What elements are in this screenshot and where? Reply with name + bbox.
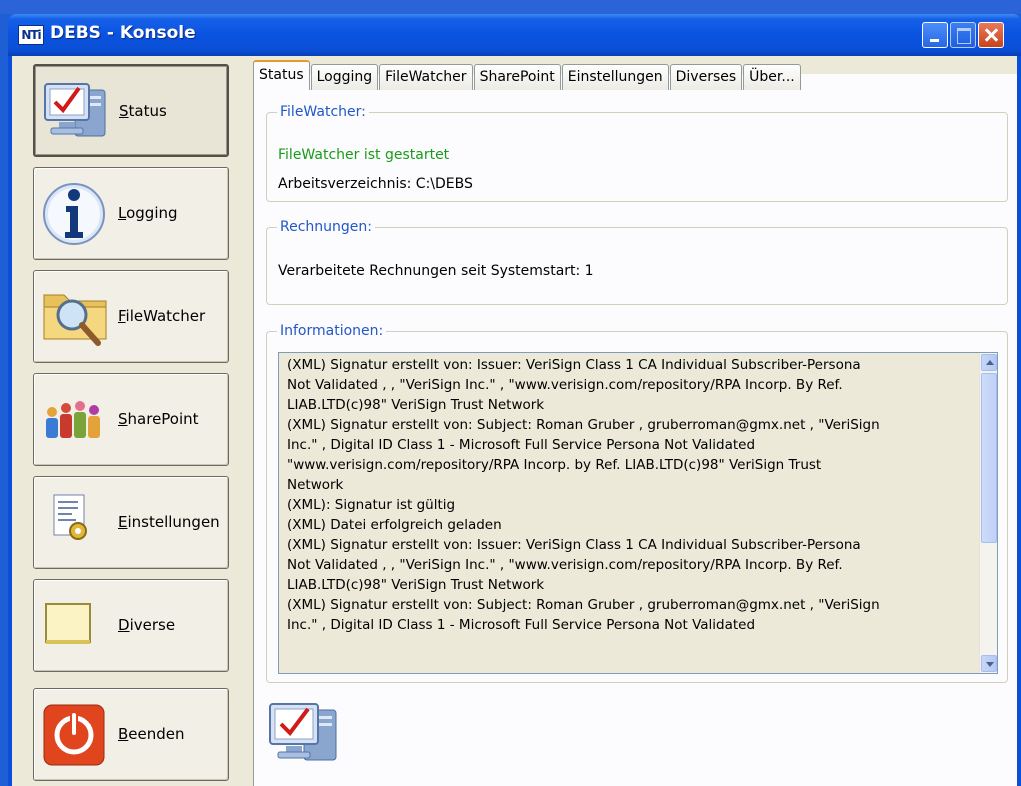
nav-label-einstellungen: Einstellungen bbox=[118, 513, 220, 531]
tab-diverses[interactable]: Diverses bbox=[669, 64, 743, 90]
log-line: (XML) Signatur erstellt von: Issuer: Ver… bbox=[287, 357, 861, 373]
nav-label-sharepoint: SharePoint bbox=[118, 410, 199, 428]
log-line: Not Validated , , "VeriSign Inc." , "www… bbox=[287, 557, 843, 573]
monitor-check-icon bbox=[44, 83, 106, 137]
log-line: Not Validated , , "VeriSign Inc." , "www… bbox=[287, 377, 843, 393]
window-title: DEBS - Konsole bbox=[50, 23, 196, 43]
tab-sharepoint[interactable]: SharePoint bbox=[473, 64, 561, 90]
nav-button-logging[interactable]: Logging bbox=[33, 167, 229, 260]
log-line: (XML) Signatur erstellt von: Subject: Ro… bbox=[287, 597, 880, 613]
rechnungen-group-title: Rechnungen: bbox=[277, 219, 375, 235]
settings-document-icon bbox=[53, 494, 87, 540]
scroll-thumb[interactable] bbox=[981, 373, 997, 543]
nav-button-filewatcher[interactable]: FileWatcher bbox=[33, 270, 229, 363]
chevron-up-icon bbox=[986, 360, 994, 365]
log-line: Inc." , Digital ID Class 1 - Microsoft F… bbox=[287, 437, 756, 453]
nav-label-filewatcher: FileWatcher bbox=[118, 307, 206, 325]
chevron-down-icon bbox=[986, 662, 994, 667]
log-line: (XML): Signatur ist gültig bbox=[287, 497, 456, 513]
informationen-group-title: Informationen: bbox=[277, 323, 387, 339]
nav-label-beenden: Beenden bbox=[118, 725, 185, 743]
main-window: NTi DEBS - Konsole Status Logging FileWa… bbox=[8, 14, 1021, 786]
window-frame bbox=[1017, 56, 1021, 786]
nav-button-diverse[interactable]: Diverse bbox=[33, 579, 229, 672]
log-line: Inc." , Digital ID Class 1 - Microsoft F… bbox=[287, 617, 756, 633]
nav-label-status: Status bbox=[119, 102, 167, 120]
nav-label-logging: Logging bbox=[118, 204, 178, 222]
tab-ueber[interactable]: Über... bbox=[743, 64, 801, 90]
power-icon bbox=[43, 704, 105, 766]
note-icon bbox=[45, 603, 91, 644]
close-button[interactable] bbox=[978, 22, 1004, 48]
app-icon[interactable]: NTi bbox=[18, 25, 44, 45]
nav-button-beenden[interactable]: Beenden bbox=[33, 688, 229, 781]
info-log[interactable]: (XML) Signatur erstellt von: Issuer: Ver… bbox=[278, 352, 998, 674]
filewatcher-group-title: FileWatcher: bbox=[277, 104, 369, 120]
client-area: Status Logging FileWatcher SharePoint Ei… bbox=[12, 56, 1021, 786]
filewatcher-status: FileWatcher ist gestartet bbox=[278, 147, 450, 163]
log-line: LIAB.LTD(c)98" VeriSign Trust Network bbox=[287, 397, 545, 413]
tab-logging[interactable]: Logging bbox=[310, 64, 379, 90]
log-line: (XML) Signatur erstellt von: Subject: Ro… bbox=[287, 417, 880, 433]
nav-label-diverse: Diverse bbox=[118, 616, 176, 634]
log-line: LIAB.LTD(c)98" VeriSign Trust Network bbox=[287, 577, 545, 593]
title-bar[interactable]: NTi DEBS - Konsole bbox=[8, 14, 1021, 56]
nav-button-einstellungen[interactable]: Einstellungen bbox=[33, 476, 229, 569]
workdir-label: Arbeitsverzeichnis: C:\DEBS bbox=[278, 176, 473, 192]
log-line: Network bbox=[287, 477, 344, 493]
people-icon bbox=[46, 401, 100, 438]
log-scrollbar[interactable] bbox=[979, 353, 997, 673]
folder-search-icon bbox=[43, 294, 107, 346]
status-monitor-icon bbox=[269, 703, 337, 761]
info-icon bbox=[43, 183, 105, 245]
tab-status[interactable]: Status bbox=[253, 60, 310, 90]
nav-button-sharepoint[interactable]: SharePoint bbox=[33, 373, 229, 466]
invoice-count: Verarbeitete Rechnungen seit Systemstart… bbox=[278, 263, 594, 279]
log-line: (XML) Signatur erstellt von: Issuer: Ver… bbox=[287, 537, 861, 553]
tab-filewatcher[interactable]: FileWatcher bbox=[379, 64, 473, 90]
tab-einstellungen[interactable]: Einstellungen bbox=[561, 64, 669, 90]
maximize-button[interactable] bbox=[950, 22, 976, 48]
nav-button-status[interactable]: Status bbox=[33, 64, 229, 157]
scroll-down-button[interactable] bbox=[981, 655, 997, 672]
desktop-background bbox=[0, 0, 1021, 14]
scroll-up-button[interactable] bbox=[981, 354, 997, 371]
log-line: (XML) Datei erfolgreich geladen bbox=[287, 517, 502, 533]
minimize-button[interactable] bbox=[922, 22, 948, 48]
log-line: "www.verisign.com/repository/RPA Incorp.… bbox=[287, 457, 822, 473]
tab-strip: Status Logging FileWatcher SharePoint Ei… bbox=[253, 60, 802, 90]
